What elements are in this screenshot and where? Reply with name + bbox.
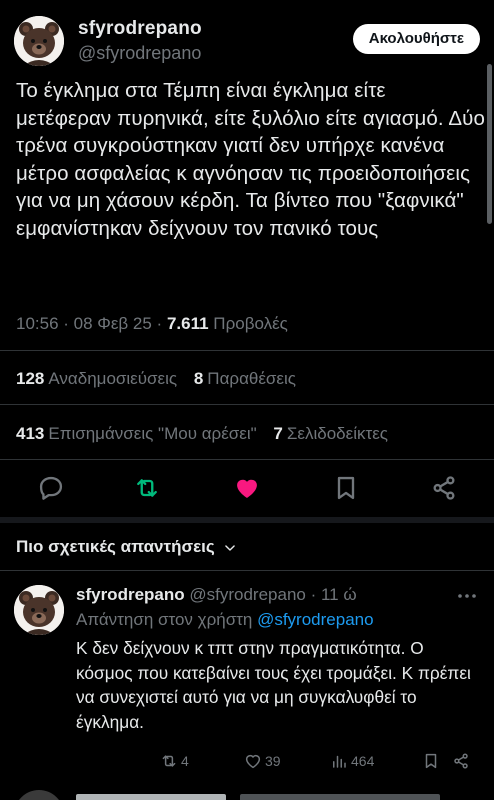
reposts-count: 128 [16,369,45,388]
bear-avatar-icon [14,16,64,66]
repost-icon[interactable] [133,474,161,502]
reply-views-button[interactable]: 464 [330,750,374,772]
stats-row-reposts: 128 Αναδημοσιεύσεις 8 Παραθέσεις [16,369,296,389]
divider [0,570,494,571]
reply-repost-button[interactable]: 4 [160,750,189,772]
bookmark-icon [425,753,437,769]
tweet-time[interactable]: 10:56 · 08 Φεβ 25 · [16,314,167,333]
quotes-count: 8 [193,369,204,388]
reply-time[interactable]: · 11 ώ [306,585,357,604]
tweet-actions [0,468,494,508]
author-name[interactable]: sfyrodrepano [78,18,202,40]
bookmarks-label: Σελιδοδείκτες [286,424,388,443]
reply-author-handle[interactable]: @sfyrodrepano [189,585,306,604]
tweet-meta: 10:56 · 08 Φεβ 25 · 7.611 Προβολές [16,314,288,334]
divider [0,350,494,351]
reply-context: Απάντηση στον χρήστη @sfyrodrepano [76,610,374,630]
share-icon[interactable] [430,474,458,502]
likes-label: Επισημάνσεις "Μου αρέσει" [48,424,257,443]
replies-sort-dropdown[interactable]: Πιο σχετικές απαντήσεις [16,537,237,557]
more-options-icon[interactable] [456,586,478,606]
follow-button[interactable]: Ακολουθήστε [352,24,480,54]
like-icon[interactable] [233,474,261,502]
author-avatar[interactable] [14,16,64,66]
bookmark-icon[interactable] [332,474,360,502]
next-reply-name-fragment [76,794,226,800]
reply-icon[interactable] [37,474,65,502]
reply-like-button[interactable]: 39 [244,750,281,772]
reply-author-avatar[interactable] [14,585,64,635]
tweet-header: sfyrodrepano @sfyrodrepano Ακολουθήστε [14,16,480,66]
divider [0,459,494,460]
author-handle[interactable]: @sfyrodrepano [78,43,202,64]
chevron-down-icon [224,544,235,551]
likes-stat[interactable]: 413 Επισημάνσεις "Μου αρέσει" [16,424,257,443]
reply-likes-count: 39 [265,753,281,769]
author-info[interactable]: sfyrodrepano @sfyrodrepano [78,18,202,64]
next-reply-avatar[interactable] [14,790,64,800]
bookmarks-stat[interactable]: 7 Σελιδοδείκτες [273,424,388,443]
scrollbar[interactable] [487,64,492,224]
views-chart-icon [333,755,346,768]
bear-avatar-icon [14,585,64,635]
like-outline-icon [245,754,261,769]
reposts-stat[interactable]: 128 Αναδημοσιεύσεις [16,369,177,388]
reply-share-button[interactable] [452,750,473,772]
reply-bookmark-button[interactable] [422,750,443,772]
reply-author-name[interactable]: sfyrodrepano [76,585,185,604]
reply-to-label: Απάντηση στον χρήστη [76,610,258,629]
tweet-text: Το έγκλημα στα Τέμπη είναι έγκλημα είτε … [16,79,485,240]
repost-icon [162,755,176,767]
views-count: 7.611 [166,314,209,333]
bookmarks-count: 7 [273,424,283,443]
quotes-stat[interactable]: 8 Παραθέσεις [194,369,296,388]
reply-reposts-count: 4 [181,753,189,769]
section-separator [0,517,494,523]
reply-actions: 4 39 464 [160,750,480,772]
reply-header: sfyrodrepano @sfyrodrepano · 11 ώ [76,585,357,605]
likes-count: 413 [16,424,45,443]
reply-text: Κ δεν δείχνουν κ τπτ στην πραγματικότητα… [76,638,471,732]
replies-section-title: Πιο σχετικές απαντήσεις [16,537,215,556]
stats-row-likes: 413 Επισημάνσεις "Μου αρέσει" 7 Σελιδοδείκ… [16,424,388,444]
divider [0,404,494,405]
next-reply-peek [0,788,494,800]
next-reply-handle-fragment [240,794,440,800]
quotes-label: Παραθέσεις [207,369,296,388]
share-icon [454,753,468,769]
views-label: Προβολές [208,314,288,333]
reply-to-handle[interactable]: @sfyrodrepano [257,610,374,629]
reply-views-count: 464 [351,753,375,769]
reposts-label: Αναδημοσιεύσεις [48,369,178,388]
